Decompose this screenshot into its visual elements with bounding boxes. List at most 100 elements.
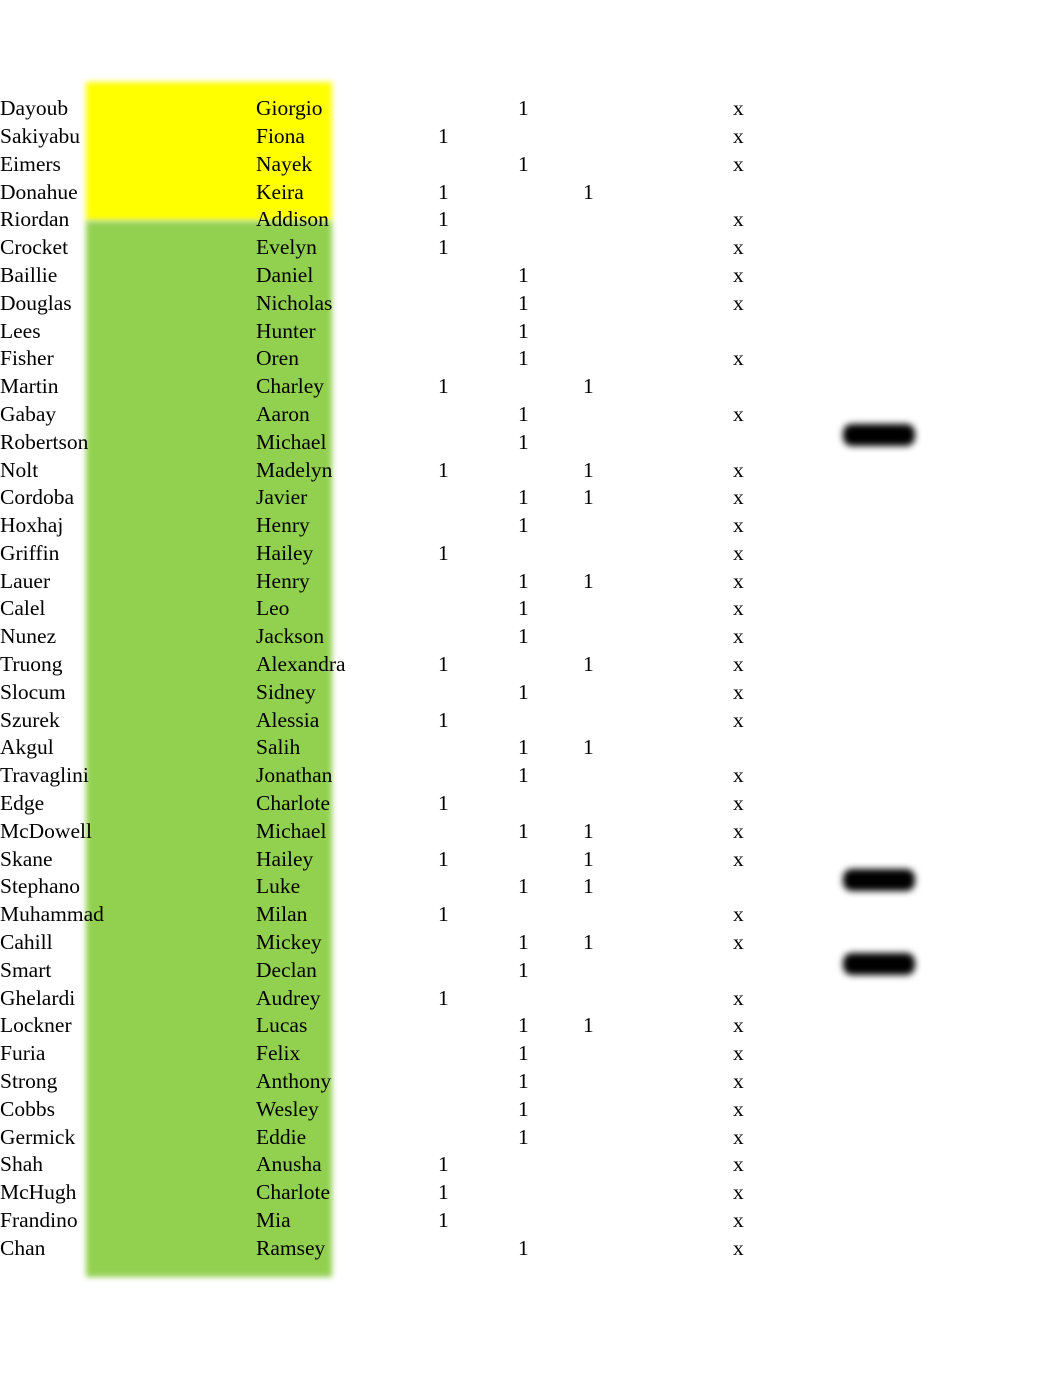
- cell-marker-2[interactable]: [518, 1179, 583, 1207]
- cell-first-name[interactable]: Addison: [256, 206, 438, 234]
- cell-marker-1[interactable]: [438, 762, 518, 790]
- cell-marker-1[interactable]: [438, 1235, 518, 1263]
- cell-last-name[interactable]: Smart: [0, 957, 256, 985]
- table-row[interactable]: Akgul Salih 1 1: [0, 734, 853, 762]
- cell-marker-3[interactable]: [583, 123, 733, 151]
- cell-first-name[interactable]: Jackson: [256, 623, 438, 651]
- cell-marker-2[interactable]: 1: [518, 1123, 583, 1151]
- cell-marker-3[interactable]: [583, 1040, 733, 1068]
- cell-status-x[interactable]: [733, 373, 853, 401]
- cell-marker-1[interactable]: [438, 873, 518, 901]
- table-row[interactable]: Donahue Keira 1 1: [0, 178, 853, 206]
- cell-status-x[interactable]: x: [733, 707, 853, 735]
- cell-marker-1[interactable]: [438, 401, 518, 429]
- cell-marker-3[interactable]: [583, 957, 733, 985]
- cell-marker-3[interactable]: [583, 1179, 733, 1207]
- cell-marker-3[interactable]: [583, 429, 733, 457]
- cell-first-name[interactable]: Salih: [256, 734, 438, 762]
- table-row[interactable]: Lauer Henry 1 1 x: [0, 568, 853, 596]
- table-row[interactable]: Eimers Nayek 1 x: [0, 151, 853, 179]
- cell-marker-1[interactable]: [438, 484, 518, 512]
- cell-first-name[interactable]: Declan: [256, 957, 438, 985]
- cell-marker-1[interactable]: 1: [438, 123, 518, 151]
- cell-first-name[interactable]: Alexandra: [256, 651, 438, 679]
- cell-marker-2[interactable]: 1: [518, 484, 583, 512]
- cell-first-name[interactable]: Milan: [256, 901, 438, 929]
- cell-marker-1[interactable]: 1: [438, 456, 518, 484]
- cell-status-x[interactable]: x: [733, 568, 853, 596]
- cell-first-name[interactable]: Mickey: [256, 929, 438, 957]
- cell-last-name[interactable]: Riordan: [0, 206, 256, 234]
- cell-last-name[interactable]: Travaglini: [0, 762, 256, 790]
- cell-marker-2[interactable]: 1: [518, 345, 583, 373]
- cell-marker-1[interactable]: 1: [438, 1151, 518, 1179]
- cell-last-name[interactable]: Calel: [0, 595, 256, 623]
- table-row[interactable]: Furia Felix 1 x: [0, 1040, 853, 1068]
- cell-marker-3[interactable]: [583, 679, 733, 707]
- cell-first-name[interactable]: Michael: [256, 818, 438, 846]
- cell-marker-2[interactable]: 1: [518, 512, 583, 540]
- cell-marker-1[interactable]: [438, 929, 518, 957]
- cell-marker-1[interactable]: [438, 429, 518, 457]
- table-row[interactable]: McHugh Charlote 1 x: [0, 1179, 853, 1207]
- cell-first-name[interactable]: Giorgio: [256, 95, 438, 123]
- cell-marker-1[interactable]: [438, 1096, 518, 1124]
- cell-last-name[interactable]: Lauer: [0, 568, 256, 596]
- cell-marker-3[interactable]: [583, 901, 733, 929]
- table-row[interactable]: Slocum Sidney 1 x: [0, 679, 853, 707]
- cell-last-name[interactable]: Hoxhaj: [0, 512, 256, 540]
- cell-first-name[interactable]: Madelyn: [256, 456, 438, 484]
- cell-marker-2[interactable]: 1: [518, 1235, 583, 1263]
- table-row[interactable]: Germick Eddie 1 x: [0, 1123, 853, 1151]
- cell-status-x[interactable]: x: [733, 95, 853, 123]
- cell-first-name[interactable]: Audrey: [256, 985, 438, 1013]
- cell-marker-1[interactable]: 1: [438, 707, 518, 735]
- cell-marker-1[interactable]: 1: [438, 1207, 518, 1235]
- cell-marker-2[interactable]: [518, 234, 583, 262]
- cell-last-name[interactable]: Edge: [0, 790, 256, 818]
- cell-marker-3[interactable]: [583, 401, 733, 429]
- table-row[interactable]: Lees Hunter 1: [0, 317, 853, 345]
- cell-marker-1[interactable]: 1: [438, 651, 518, 679]
- cell-last-name[interactable]: Cobbs: [0, 1096, 256, 1124]
- cell-last-name[interactable]: Baillie: [0, 262, 256, 290]
- cell-marker-3[interactable]: [583, 595, 733, 623]
- cell-first-name[interactable]: Lucas: [256, 1012, 438, 1040]
- cell-marker-2[interactable]: 1: [518, 1012, 583, 1040]
- cell-first-name[interactable]: Charlote: [256, 790, 438, 818]
- cell-last-name[interactable]: Szurek: [0, 707, 256, 735]
- table-row[interactable]: Edge Charlote 1 x: [0, 790, 853, 818]
- cell-first-name[interactable]: Nayek: [256, 151, 438, 179]
- cell-marker-1[interactable]: 1: [438, 206, 518, 234]
- cell-marker-2[interactable]: 1: [518, 151, 583, 179]
- cell-marker-1[interactable]: 1: [438, 790, 518, 818]
- cell-marker-2[interactable]: [518, 1207, 583, 1235]
- cell-marker-1[interactable]: [438, 734, 518, 762]
- table-row[interactable]: Gabay Aaron 1 x: [0, 401, 853, 429]
- cell-status-x[interactable]: x: [733, 790, 853, 818]
- cell-marker-1[interactable]: [438, 1123, 518, 1151]
- cell-last-name[interactable]: Griffin: [0, 540, 256, 568]
- cell-marker-2[interactable]: 1: [518, 623, 583, 651]
- cell-status-x[interactable]: x: [733, 595, 853, 623]
- cell-marker-1[interactable]: 1: [438, 985, 518, 1013]
- cell-marker-2[interactable]: [518, 901, 583, 929]
- cell-last-name[interactable]: McDowell: [0, 818, 256, 846]
- cell-last-name[interactable]: Germick: [0, 1123, 256, 1151]
- cell-marker-2[interactable]: 1: [518, 290, 583, 318]
- table-row[interactable]: Strong Anthony 1 x: [0, 1068, 853, 1096]
- table-row[interactable]: Crocket Evelyn 1 x: [0, 234, 853, 262]
- cell-first-name[interactable]: Leo: [256, 595, 438, 623]
- cell-last-name[interactable]: Lees: [0, 317, 256, 345]
- cell-status-x[interactable]: x: [733, 1012, 853, 1040]
- cell-marker-3[interactable]: 1: [583, 846, 733, 874]
- cell-last-name[interactable]: Nolt: [0, 456, 256, 484]
- table-row[interactable]: Douglas Nicholas 1 x: [0, 290, 853, 318]
- cell-first-name[interactable]: Anusha: [256, 1151, 438, 1179]
- cell-marker-3[interactable]: [583, 1235, 733, 1263]
- table-row[interactable]: Cordoba Javier 1 1 x: [0, 484, 853, 512]
- cell-status-x[interactable]: x: [733, 762, 853, 790]
- cell-marker-3[interactable]: 1: [583, 373, 733, 401]
- cell-marker-2[interactable]: 1: [518, 95, 583, 123]
- cell-marker-3[interactable]: [583, 1096, 733, 1124]
